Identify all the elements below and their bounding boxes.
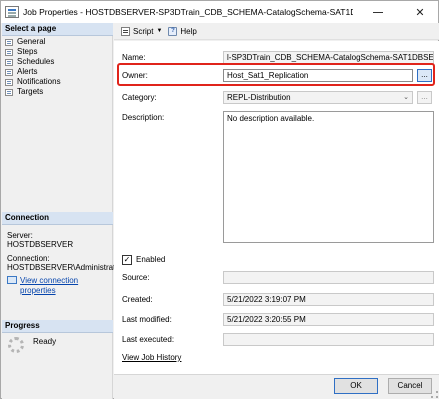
help-label: Help <box>180 26 197 36</box>
progress-status: Ready <box>33 337 57 346</box>
script-label: Script <box>133 26 154 36</box>
source-label: Source: <box>122 273 150 282</box>
page-item-label: Targets <box>17 87 44 96</box>
category-browse-button[interactable]: ... <box>417 91 432 104</box>
source-field <box>223 271 434 284</box>
resize-grip[interactable] <box>431 391 438 398</box>
job-properties-window: Job Properties - HOSTDBSERVER-SP3DTrain_… <box>0 0 439 399</box>
ok-button[interactable]: OK <box>334 378 378 394</box>
help-icon: ? <box>168 26 178 36</box>
connection-value: HOSTDBSERVER\Administrator <box>7 263 123 272</box>
script-icon <box>121 26 130 36</box>
page-icon <box>5 68 13 76</box>
enabled-label: Enabled <box>136 255 166 264</box>
owner-label: Owner: <box>122 71 148 80</box>
minimize-button[interactable] <box>373 7 383 17</box>
chevron-down-icon: ▼ <box>156 28 163 34</box>
name-label: Name: <box>122 53 146 62</box>
created-label: Created: <box>122 295 153 304</box>
page-icon <box>5 38 13 46</box>
help-button[interactable]: ? Help <box>168 26 197 36</box>
chevron-down-icon: ⌄ <box>403 94 409 101</box>
page-list: General Steps Schedules Alerts Notificat… <box>5 37 110 97</box>
last-executed-label: Last executed: <box>122 335 175 344</box>
progress-spinner-icon <box>8 337 24 353</box>
page-item-steps[interactable]: Steps <box>5 47 110 57</box>
last-modified-field: 5/21/2022 3:20:55 PM <box>223 313 434 326</box>
page-item-general[interactable]: General <box>5 37 110 47</box>
category-select[interactable]: REPL-Distribution ⌄ <box>223 91 413 104</box>
page-item-alerts[interactable]: Alerts <box>5 67 110 77</box>
cancel-button[interactable]: Cancel <box>388 378 432 394</box>
server-value: HOSTDBSERVER <box>7 240 74 249</box>
connection-header: Connection <box>2 212 113 225</box>
close-button[interactable]: ✕ <box>405 4 435 20</box>
progress-header: Progress <box>2 320 113 333</box>
category-label: Category: <box>122 93 157 102</box>
page-item-label: Schedules <box>17 57 55 66</box>
page-item-notifications[interactable]: Notifications <box>5 77 110 87</box>
toolbar: Script ▼ ? Help <box>114 23 439 40</box>
title-bar: Job Properties - HOSTDBSERVER-SP3DTrain_… <box>1 1 438 23</box>
created-field: 5/21/2022 3:19:07 PM <box>223 293 434 306</box>
page-icon <box>5 78 13 86</box>
job-properties-icon <box>5 6 19 18</box>
last-executed-field <box>223 333 434 346</box>
description-textarea[interactable]: No description available. <box>223 111 434 243</box>
last-modified-label: Last modified: <box>122 315 172 324</box>
window-title: Job Properties - HOSTDBSERVER-SP3DTrain_… <box>23 7 353 17</box>
select-page-header: Select a page <box>2 23 113 36</box>
enabled-checkbox[interactable]: ✓ <box>122 255 132 265</box>
owner-browse-button[interactable]: ... <box>417 69 432 82</box>
page-item-label: Alerts <box>17 67 38 76</box>
description-label: Description: <box>122 113 165 122</box>
page-item-label: Steps <box>17 47 38 56</box>
page-icon <box>5 88 13 96</box>
view-job-history-link[interactable]: View Job History <box>122 353 181 362</box>
page-item-label: Notifications <box>17 77 61 86</box>
script-button[interactable]: Script ▼ <box>121 26 163 36</box>
owner-field[interactable]: Host_Sat1_Replication <box>223 69 413 82</box>
category-value: REPL-Distribution <box>227 93 291 102</box>
page-item-targets[interactable]: Targets <box>5 87 110 97</box>
page-icon <box>5 48 13 56</box>
connection-properties-icon <box>7 276 17 284</box>
page-icon <box>5 58 13 66</box>
page-item-label: General <box>17 37 46 46</box>
view-connection-properties-link[interactable]: View connection properties <box>20 276 112 296</box>
page-item-schedules[interactable]: Schedules <box>5 57 110 67</box>
